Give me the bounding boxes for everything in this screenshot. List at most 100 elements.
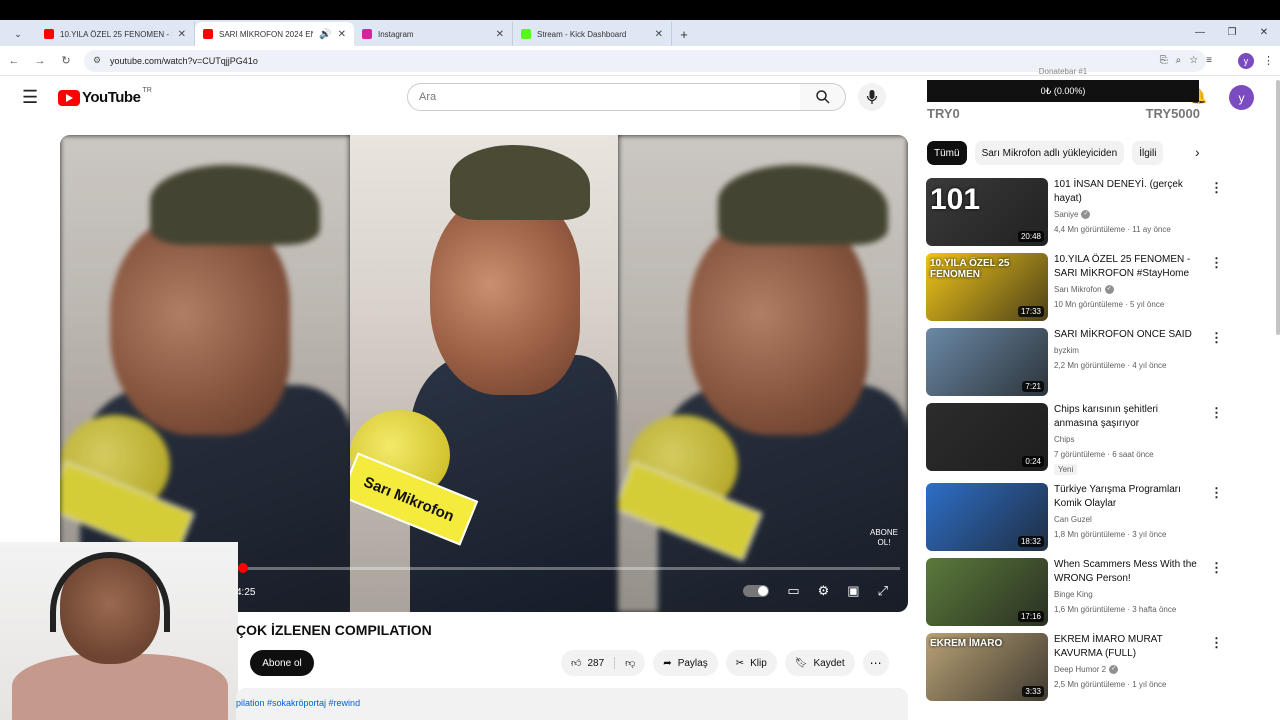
recommendation-item[interactable]: 7:21 SARI MİKROFON ONCE SAID byzkim 2,2 Mn … <box>926 328 1226 398</box>
video-thumbnail[interactable]: 10.YILA ÖZEL 25 FENOMEN 17:33 <box>926 253 1048 321</box>
hamburger-menu-icon[interactable]: ☰ <box>22 87 38 108</box>
site-info-icon[interactable]: ⚙ <box>93 55 101 66</box>
more-options-icon[interactable]: ⋮ <box>1210 180 1223 196</box>
close-icon[interactable]: ✕ <box>655 29 663 40</box>
video-thumbnail[interactable]: 0:24 <box>926 403 1048 471</box>
speaker-icon[interactable]: 🔊 <box>319 29 331 40</box>
new-tab-button[interactable]: + <box>672 22 696 46</box>
restore-icon[interactable]: ❐ <box>1216 20 1248 44</box>
video-player[interactable]: Sarı Mikrofon ABONE OL! ▭ ⚙ ▣ ⤢ <box>60 135 908 612</box>
video-frame-blurred-right <box>618 135 908 612</box>
tab-search-icon[interactable]: ⌄ <box>0 22 36 46</box>
screen-top-edge <box>0 0 1280 20</box>
share-button[interactable]: ➦ Paylaş <box>653 650 718 676</box>
recommendation-title[interactable]: EKREM İMARO MURAT KAVURMA (FULL) <box>1054 633 1204 661</box>
page-scrollbar[interactable] <box>1276 80 1280 335</box>
browser-tab[interactable]: Stream - Kick Dashboard ✕ <box>513 22 672 46</box>
more-options-icon[interactable]: ⋮ <box>1210 405 1223 421</box>
recommendation-item[interactable]: 10.YILA ÖZEL 25 FENOMEN 17:33 10.YILA ÖZEL… <box>926 253 1226 323</box>
recommendation-title[interactable]: When Scammers Mess With the WRONG Person… <box>1054 558 1204 586</box>
channel-name[interactable]: Chips <box>1054 435 1074 444</box>
recommendation-title[interactable]: 10.YILA ÖZEL 25 FENOMEN - SARI MİKROFON … <box>1054 253 1204 281</box>
share-label: Paylaş <box>677 657 708 669</box>
channel-name[interactable]: Sarı Mikrofon ✓ <box>1054 285 1114 295</box>
headset <box>50 552 170 632</box>
country-code: TR <box>142 87 152 94</box>
bookmark-icon: 🔖︎ <box>794 657 808 669</box>
recommendation-title[interactable]: Chips karısının şehitleri anmasına şaşır… <box>1054 403 1204 431</box>
recommendation-item[interactable]: 0:24 Chips karısının şehitleri anmasına ş… <box>926 403 1226 475</box>
minimize-icon[interactable]: — <box>1184 20 1216 44</box>
description-hashtags[interactable]: pilation #sokakröportaj #rewind <box>236 688 908 720</box>
close-window-icon[interactable]: ✕ <box>1248 20 1280 44</box>
voice-search-button[interactable] <box>858 83 886 111</box>
recommendation-item[interactable]: 18:32 Türkiye Yarışma Programları Komik O… <box>926 483 1226 553</box>
channel-name[interactable]: Can Guzel <box>1054 515 1092 524</box>
more-actions-icon[interactable]: ⋯ <box>862 650 889 676</box>
recommendation-item[interactable]: EKREM İMARO 3:33 EKREM İMARO MURAT KAVURMA… <box>926 633 1226 703</box>
search-input[interactable]: Ara <box>407 83 801 111</box>
recommendation-title[interactable]: Türkiye Yarışma Programları Komik Olayla… <box>1054 483 1204 511</box>
tab-title: 10.YILA ÖZEL 25 FENOMEN - SA <box>60 29 172 39</box>
chevron-right-icon[interactable]: › <box>1195 144 1200 160</box>
browser-tab[interactable]: 10.YILA ÖZEL 25 FENOMEN - SA ✕ <box>36 22 195 46</box>
video-actions: 👍︎ 287 👎︎ ➦ Paylaş ✂ Klip 🔖︎ Kaydet ⋯ <box>561 650 889 676</box>
more-options-icon[interactable]: ⋮ <box>1210 255 1223 271</box>
search-button[interactable] <box>800 83 846 111</box>
close-icon[interactable]: ✕ <box>178 29 186 40</box>
more-options-icon[interactable]: ⋮ <box>1210 560 1223 576</box>
recommendation-item[interactable]: 101 20:48 101 İNSAN DENEYİ. (gerçek hayat)… <box>926 178 1226 248</box>
video-frame-center: Sarı Mikrofon <box>350 135 618 612</box>
video-thumbnail[interactable]: 18:32 <box>926 483 1048 551</box>
browser-tab[interactable]: Instagram ✕ <box>354 22 513 46</box>
thumbs-down-icon: 👎︎ <box>625 658 636 669</box>
chip-from-uploader[interactable]: Sarı Mikrofon adlı yükleyiciden <box>974 141 1125 165</box>
save-button[interactable]: 🔖︎ Kaydet <box>784 650 855 676</box>
back-icon[interactable]: ← <box>2 49 26 73</box>
subtitles-icon[interactable]: ▭ <box>787 583 799 599</box>
browser-tab-active[interactable]: SARI MİKROFON 2024 EN ÇOK 🔊 ✕ <box>195 22 354 46</box>
close-icon[interactable]: ✕ <box>496 29 504 40</box>
more-options-icon[interactable]: ⋮ <box>1210 330 1223 346</box>
browser-menu-icon[interactable]: ⋮ <box>1263 54 1274 67</box>
channel-name[interactable]: Deep Humor 2 ✓ <box>1054 665 1119 675</box>
recommendation-item[interactable]: 17:16 When Scammers Mess With the WRONG P… <box>926 558 1226 628</box>
verified-check-icon: ✓ <box>1081 210 1091 220</box>
more-options-icon[interactable]: ⋮ <box>1210 485 1223 501</box>
scrubber-handle[interactable] <box>237 563 248 573</box>
donate-progress-bar: 0₺ (0.00%) <box>927 80 1199 102</box>
recommendation-title[interactable]: 101 İNSAN DENEYİ. (gerçek hayat) <box>1054 178 1204 206</box>
autoplay-toggle[interactable] <box>743 585 770 597</box>
fullscreen-icon[interactable]: ⤢ <box>878 583 888 599</box>
channel-name[interactable]: byzkim <box>1054 346 1079 355</box>
video-progress-bar[interactable] <box>236 563 900 573</box>
chip-all[interactable]: Tümü <box>927 141 967 165</box>
youtube-logo[interactable]: YouTube TR <box>58 87 152 106</box>
video-meta: 1,8 Mn görüntüleme · 3 yıl önce <box>1054 530 1167 539</box>
chip-related[interactable]: İlgili <box>1132 141 1164 165</box>
video-thumbnail[interactable]: 17:16 <box>926 558 1048 626</box>
video-thumbnail[interactable]: 7:21 <box>926 328 1048 396</box>
microphone-icon <box>866 90 878 104</box>
video-thumbnail[interactable]: 101 20:48 <box>926 178 1048 246</box>
channel-name[interactable]: Saniye ✓ <box>1054 210 1091 220</box>
recommendation-chips: Tümü Sarı Mikrofon adlı yükleyiciden İlg… <box>927 141 1164 165</box>
browser-profile-avatar[interactable]: y <box>1238 52 1254 69</box>
donate-bar-overlay: Donatebar #1 0₺ (0.00%) TRY0 TRY5000 <box>926 65 1200 125</box>
video-thumbnail[interactable]: EKREM İMARO 3:33 <box>926 633 1048 701</box>
extensions-icon[interactable]: ≡ <box>1206 55 1212 66</box>
reload-icon[interactable]: ↻ <box>54 49 78 73</box>
clip-button[interactable]: ✂ Klip <box>725 650 777 676</box>
account-avatar[interactable]: y <box>1229 85 1254 110</box>
player-controls: ▭ ⚙ ▣ ⤢ <box>743 583 888 599</box>
settings-gear-icon[interactable]: ⚙ <box>818 583 830 599</box>
recommendation-title[interactable]: SARI MİKROFON ONCE SAID <box>1054 328 1204 342</box>
like-button[interactable]: 👍︎ 287 <box>561 657 616 669</box>
theater-mode-icon[interactable]: ▣ <box>847 583 859 599</box>
more-options-icon[interactable]: ⋮ <box>1210 635 1223 651</box>
forward-icon[interactable]: → <box>28 49 52 73</box>
channel-name[interactable]: Binge King <box>1054 590 1093 599</box>
close-icon[interactable]: ✕ <box>338 29 346 40</box>
subscribe-button[interactable]: Abone ol <box>250 650 314 676</box>
dislike-button[interactable]: 👎︎ <box>615 657 645 669</box>
